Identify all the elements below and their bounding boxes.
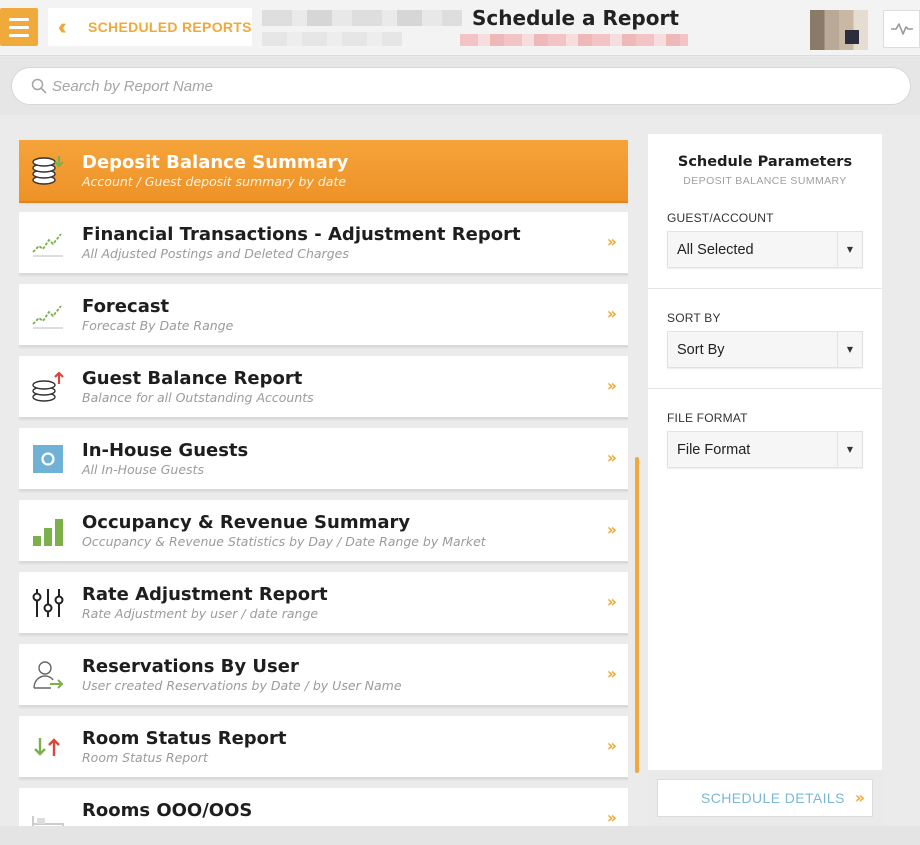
avatar[interactable] [810, 10, 868, 50]
panel-subtitle: DEPOSIT BALANCE SUMMARY [683, 175, 847, 187]
double-chevron-right-icon: ›› [606, 304, 617, 323]
report-subtitle: Forecast By Date Range [82, 318, 234, 333]
double-chevron-right-icon: ›› [606, 736, 617, 755]
double-chevron-right-icon: ›› [606, 664, 617, 683]
guest-account-select[interactable]: All Selected ▼ [667, 231, 863, 268]
guest-account-value: All Selected [677, 242, 754, 258]
file-format-select[interactable]: File Format ▼ [667, 431, 863, 468]
search-input[interactable] [52, 77, 852, 95]
double-chevron-right-icon: ›› [606, 520, 617, 539]
sliders-icon [32, 589, 64, 617]
menu-line [9, 33, 29, 37]
report-item-forecast[interactable]: Forecast Forecast By Date Range ›› [19, 284, 628, 347]
report-item-financial-transactions[interactable]: Financial Transactions - Adjustment Repo… [19, 212, 628, 275]
caret-down-icon: ▼ [837, 432, 862, 467]
report-subtitle: User created Reservations by Date / by U… [82, 678, 402, 693]
caret-down-icon: ▼ [837, 232, 862, 267]
search-box [11, 67, 911, 105]
report-title: Deposit Balance Summary [82, 152, 349, 173]
panel-footer: SCHEDULE DETAILS ›› [648, 770, 882, 826]
double-chevron-right-icon: ›› [606, 448, 617, 467]
sort-by-label: SORT BY [667, 311, 721, 325]
sort-by-select[interactable]: Sort By ▼ [667, 331, 863, 368]
report-title: Guest Balance Report [82, 368, 303, 389]
redacted-status-text [460, 34, 688, 46]
schedule-details-label: SCHEDULE DETAILS [701, 790, 845, 806]
report-subtitle: Account / Guest deposit summary by date [82, 174, 347, 189]
double-chevron-left-icon: ‹‹ [58, 14, 67, 39]
double-chevron-right-icon: ›› [606, 808, 617, 826]
report-subtitle: Rate Adjustment by user / date range [82, 606, 319, 621]
pulse-icon [890, 23, 913, 35]
report-item-rooms-ooo-oos[interactable]: Rooms OOO/OOS ›› [19, 788, 628, 826]
report-item-in-house-guests[interactable]: In-House Guests All In-House Guests ›› [19, 428, 628, 491]
panel-title: Schedule Parameters [677, 154, 853, 170]
schedule-parameters-panel: Schedule Parameters DEPOSIT BALANCE SUMM… [648, 134, 882, 826]
double-chevron-right-icon: ›› [854, 788, 865, 807]
bar-chart-icon [33, 519, 63, 546]
report-list: Deposit Balance Summary Account / Guest … [19, 140, 628, 826]
top-bar: ‹‹ SCHEDULED REPORTS Schedule a Report [0, 0, 920, 56]
report-subtitle: Balance for all Outstanding Accounts [82, 390, 314, 405]
divider [648, 388, 882, 389]
report-item-rate-adjustment[interactable]: Rate Adjustment Report Rate Adjustment b… [19, 572, 628, 635]
user-arrow-icon [33, 661, 64, 689]
search-icon [31, 78, 47, 94]
bottom-strip [0, 826, 920, 845]
report-title: In-House Guests [82, 440, 249, 461]
caret-down-icon: ▼ [837, 332, 862, 367]
schedule-details-button[interactable]: SCHEDULE DETAILS ›› [657, 779, 873, 817]
double-chevron-right-icon: ›› [606, 232, 617, 251]
coins-up-icon [32, 371, 64, 402]
report-title: Reservations By User [82, 656, 299, 677]
search-bar-area [0, 57, 920, 115]
report-title: Forecast [82, 296, 170, 317]
redacted-property-name [262, 10, 462, 26]
up-down-arrows-icon [34, 738, 60, 756]
report-item-reservations-by-user[interactable]: Reservations By User User created Reserv… [19, 644, 628, 707]
divider [648, 288, 882, 289]
menu-line [9, 17, 29, 21]
report-subtitle: All Adjusted Postings and Deleted Charge… [82, 246, 349, 261]
report-title: Occupancy & Revenue Summary [82, 512, 411, 533]
double-chevron-right-icon: ›› [606, 592, 617, 611]
report-item-deposit-balance-summary[interactable]: Deposit Balance Summary Account / Guest … [19, 140, 628, 203]
activity-button[interactable] [883, 10, 920, 48]
file-format-label: FILE FORMAT [667, 411, 748, 425]
guest-account-label: GUEST/ACCOUNT [667, 211, 774, 225]
in-house-icon [33, 445, 63, 473]
report-item-room-status[interactable]: Room Status Report Room Status Report ›› [19, 716, 628, 779]
back-to-scheduled-reports-button[interactable]: ‹‹ SCHEDULED REPORTS [48, 8, 252, 46]
report-subtitle: All In-House Guests [82, 462, 204, 477]
redacted-property-detail [262, 32, 402, 46]
report-title: Room Status Report [82, 728, 287, 749]
trend-line-icon [32, 305, 63, 329]
double-chevron-right-icon: ›› [606, 376, 617, 395]
report-subtitle: Room Status Report [82, 750, 208, 765]
page-title: Schedule a Report [472, 6, 679, 30]
report-subtitle: Occupancy & Revenue Statistics by Day / … [82, 534, 486, 549]
hamburger-menu-button[interactable] [0, 8, 38, 46]
trend-line-icon [32, 233, 63, 257]
menu-line [9, 25, 29, 29]
file-format-value: File Format [677, 442, 751, 458]
report-title: Rate Adjustment Report [82, 584, 328, 605]
sort-by-value: Sort By [677, 342, 725, 358]
list-scrollbar[interactable] [635, 457, 639, 773]
coins-icon [32, 156, 64, 185]
back-label: SCHEDULED REPORTS [88, 19, 252, 35]
report-title: Financial Transactions - Adjustment Repo… [82, 224, 521, 245]
report-item-occupancy-revenue[interactable]: Occupancy & Revenue Summary Occupancy & … [19, 500, 628, 563]
report-title: Rooms OOO/OOS [82, 800, 253, 821]
bed-icon [32, 816, 64, 826]
report-item-guest-balance[interactable]: Guest Balance Report Balance for all Out… [19, 356, 628, 419]
